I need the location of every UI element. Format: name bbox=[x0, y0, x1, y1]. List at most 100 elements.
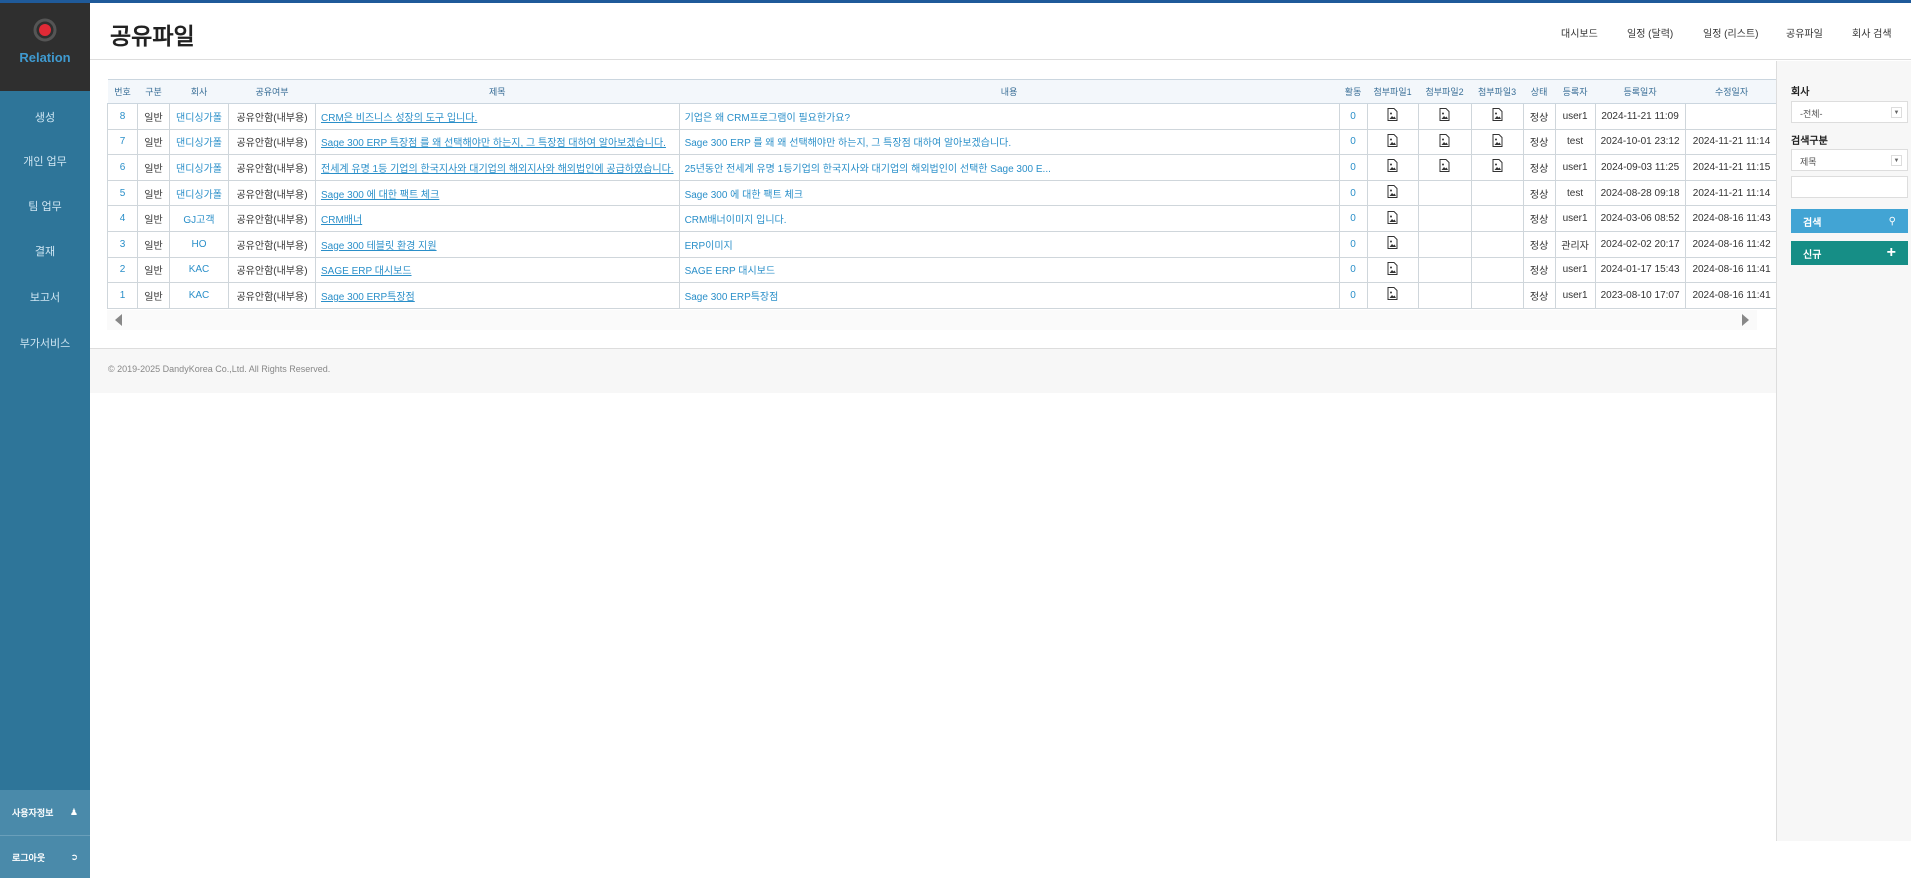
search-type-select[interactable]: 제목 ▼ bbox=[1791, 149, 1908, 171]
horizontal-scrollbar[interactable] bbox=[107, 310, 1757, 330]
row-title-link[interactable]: 전세계 유명 1등 기업의 한국지사와 대기업의 해외지사와 해외법인에 공급하… bbox=[321, 164, 674, 175]
row-company[interactable]: 댄디싱가폴 bbox=[169, 103, 229, 130]
row-title-link[interactable]: CRM은 비즈니스 성장의 도구 입니다. bbox=[321, 113, 477, 124]
attachment-2[interactable] bbox=[1417, 103, 1472, 130]
image-file-icon[interactable] bbox=[1439, 108, 1450, 124]
attachment-1[interactable] bbox=[1366, 256, 1419, 284]
row-title[interactable]: Sage 300 에 대한 팩트 체크 bbox=[315, 179, 680, 207]
attachment-1[interactable] bbox=[1366, 282, 1419, 309]
attachment-3[interactable] bbox=[1470, 154, 1524, 181]
table-row[interactable]: 6 일반 댄디싱가폴 공유안함(내부용) 전세계 유명 1등 기업의 한국지사와 대기업… bbox=[107, 154, 1779, 181]
row-content[interactable]: 기업은 왜 CRM프로그램이 필요한가요? bbox=[678, 103, 1340, 130]
attachment-2[interactable] bbox=[1417, 154, 1472, 181]
image-file-icon[interactable] bbox=[1492, 108, 1503, 124]
row-content[interactable]: CRM배너이미지 입니다. bbox=[678, 205, 1340, 232]
image-file-icon[interactable] bbox=[1387, 108, 1398, 124]
row-modified: 2024-11-21 11:15 bbox=[1684, 154, 1779, 181]
attachment-1[interactable] bbox=[1366, 205, 1419, 232]
row-content[interactable]: Sage 300 ERP특장점 bbox=[678, 282, 1340, 309]
attachment-1[interactable] bbox=[1366, 179, 1419, 207]
row-company[interactable]: GJ고객 bbox=[169, 205, 229, 232]
image-file-icon[interactable] bbox=[1387, 236, 1398, 252]
scroll-left-icon[interactable] bbox=[115, 314, 122, 326]
logo[interactable]: Relation bbox=[0, 3, 90, 91]
row-created: 2024-03-06 08:52 bbox=[1594, 205, 1686, 232]
row-content[interactable]: Sage 300 ERP 를 왜 왜 선택해야만 하는지, 그 특장점 대하여 … bbox=[678, 128, 1340, 156]
search-button[interactable]: 검색 ⚲ bbox=[1791, 209, 1908, 233]
new-button[interactable]: 신규 + bbox=[1791, 241, 1908, 265]
row-company[interactable]: HO bbox=[169, 230, 229, 258]
attachment-1[interactable] bbox=[1366, 128, 1419, 156]
row-content[interactable]: 25년동안 전세계 유명 1등기업의 한국지사와 대기업의 해외법인이 선택한 … bbox=[678, 154, 1340, 181]
nav-company-search[interactable]: 회사 검색 bbox=[1852, 25, 1892, 40]
row-title-link[interactable]: Sage 300 테블릿 환경 지원 bbox=[321, 241, 437, 252]
row-title-link[interactable]: SAGE ERP 대시보드 bbox=[321, 266, 412, 277]
image-file-icon[interactable] bbox=[1387, 159, 1398, 175]
row-title-link[interactable]: CRM배너 bbox=[321, 215, 362, 226]
row-title[interactable]: Sage 300 테블릿 환경 지원 bbox=[315, 230, 680, 258]
image-file-icon[interactable] bbox=[1387, 287, 1398, 303]
scroll-right-icon[interactable] bbox=[1742, 314, 1749, 326]
sidebar-item-reports[interactable]: 보고서 bbox=[0, 289, 90, 305]
table-row[interactable]: 2 일반 KAC 공유안함(내부용) SAGE ERP 대시보드 SAGE ERP 대시보… bbox=[107, 256, 1779, 284]
search-input[interactable] bbox=[1791, 176, 1908, 198]
attachment-3[interactable] bbox=[1470, 103, 1524, 130]
sidebar-item-approval[interactable]: 결재 bbox=[0, 243, 90, 259]
row-share: 공유안함(내부용) bbox=[228, 128, 316, 156]
table-row[interactable]: 5 일반 댄디싱가폴 공유안함(내부용) Sage 300 에 대한 팩트 체크 Sage… bbox=[107, 179, 1779, 207]
row-activity: 0 bbox=[1338, 230, 1368, 258]
image-file-icon[interactable] bbox=[1492, 159, 1503, 175]
column-header: 내용 bbox=[679, 79, 1340, 104]
row-title-link[interactable]: Sage 300 에 대한 팩트 체크 bbox=[321, 190, 439, 201]
nav-schedule-calendar[interactable]: 일정 (달력) bbox=[1627, 25, 1673, 40]
row-activity: 0 bbox=[1338, 179, 1368, 207]
row-author: 관리자 bbox=[1554, 230, 1596, 258]
row-content[interactable]: Sage 300 에 대한 팩트 체크 bbox=[678, 179, 1340, 207]
table-row[interactable]: 8 일반 댄디싱가폴 공유안함(내부용) CRM은 비즈니스 성장의 도구 입니다. 기업… bbox=[107, 103, 1779, 130]
image-file-icon[interactable] bbox=[1387, 261, 1398, 278]
nav-dashboard[interactable]: 대시보드 bbox=[1561, 25, 1598, 40]
shared-files-table: 번호 구분 회사 공유여부 제목 내용 활동 첨부파일1 첨부파일2 첨부파일3 상태 등록자 등록일자… bbox=[107, 79, 1779, 309]
table-header: 번호 구분 회사 공유여부 제목 내용 활동 첨부파일1 첨부파일2 첨부파일3 상태 등록자 등록일자… bbox=[107, 79, 1779, 104]
sidebar-item-extra-services[interactable]: 부가서비스 bbox=[0, 335, 90, 351]
attachment-3[interactable] bbox=[1470, 128, 1524, 156]
attachment-1[interactable] bbox=[1366, 230, 1419, 258]
nav-schedule-list[interactable]: 일정 (리스트) bbox=[1703, 25, 1758, 40]
image-file-icon[interactable] bbox=[1387, 185, 1398, 201]
company-select[interactable]: -전체- ▼ bbox=[1791, 101, 1908, 123]
row-title-link[interactable]: Sage 300 ERP 특장점 를 왜 선택해야만 하는지, 그 특장점 대하… bbox=[321, 138, 666, 149]
row-company[interactable]: 댄디싱가폴 bbox=[169, 128, 229, 156]
row-title[interactable]: SAGE ERP 대시보드 bbox=[315, 256, 680, 284]
table-row[interactable]: 1 일반 KAC 공유안함(내부용) Sage 300 ERP특장점 Sage 300 E… bbox=[107, 282, 1779, 309]
sidebar-item-create[interactable]: 생성 bbox=[0, 109, 90, 125]
logout-button[interactable]: 로그아웃 ➲ bbox=[0, 836, 90, 878]
attachment-1[interactable] bbox=[1366, 154, 1419, 181]
row-title-link[interactable]: Sage 300 ERP특장점 bbox=[321, 292, 415, 303]
image-file-icon[interactable] bbox=[1387, 133, 1398, 150]
row-title[interactable]: Sage 300 ERP 특장점 를 왜 선택해야만 하는지, 그 특장점 대하… bbox=[315, 128, 680, 156]
sidebar-item-personal-work[interactable]: 개인 업무 bbox=[0, 153, 90, 169]
row-title[interactable]: Sage 300 ERP특장점 bbox=[315, 282, 680, 309]
row-company[interactable]: 댄디싱가폴 bbox=[169, 154, 229, 181]
table-row[interactable]: 3 일반 HO 공유안함(내부용) Sage 300 테블릿 환경 지원 ERP이미지 0 정… bbox=[107, 230, 1779, 258]
image-file-icon[interactable] bbox=[1387, 210, 1398, 227]
user-info-button[interactable]: 사용자정보 ♟ bbox=[0, 790, 90, 836]
row-title[interactable]: CRM은 비즈니스 성장의 도구 입니다. bbox=[315, 103, 680, 130]
sidebar-item-team-work[interactable]: 팀 업무 bbox=[0, 198, 90, 214]
nav-shared-files[interactable]: 공유파일 bbox=[1786, 25, 1823, 40]
row-content[interactable]: ERP이미지 bbox=[678, 230, 1340, 258]
row-title[interactable]: 전세계 유명 1등 기업의 한국지사와 대기업의 해외지사와 해외법인에 공급하… bbox=[315, 154, 680, 181]
row-company[interactable]: KAC bbox=[169, 282, 229, 309]
image-file-icon[interactable] bbox=[1439, 133, 1450, 150]
row-company[interactable]: 댄디싱가폴 bbox=[169, 179, 229, 207]
image-file-icon[interactable] bbox=[1492, 133, 1503, 150]
image-file-icon[interactable] bbox=[1439, 159, 1450, 175]
row-company[interactable]: KAC bbox=[169, 256, 229, 284]
row-content[interactable]: SAGE ERP 대시보드 bbox=[678, 256, 1340, 284]
table-row[interactable]: 7 일반 댄디싱가폴 공유안함(내부용) Sage 300 ERP 특장점 를 왜 선택… bbox=[107, 128, 1779, 156]
table-row[interactable]: 4 일반 GJ고객 공유안함(내부용) CRM배너 CRM배너이미지 입니다. 0 정상 use… bbox=[107, 205, 1779, 232]
attachment-1[interactable] bbox=[1366, 103, 1419, 130]
row-title[interactable]: CRM배너 bbox=[315, 205, 680, 232]
row-status: 정상 bbox=[1522, 230, 1556, 258]
attachment-2[interactable] bbox=[1417, 128, 1472, 156]
